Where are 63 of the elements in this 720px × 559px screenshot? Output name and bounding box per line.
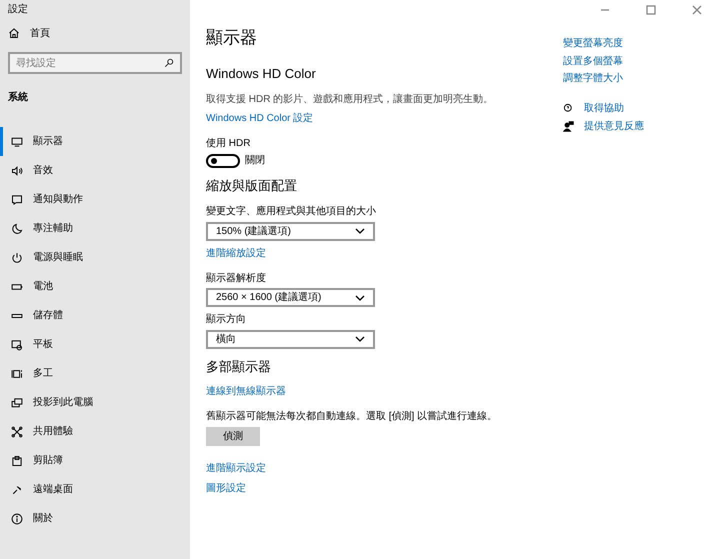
settings-link[interactable]: 圖形設定 [206, 482, 246, 494]
sidebar-item[interactable]: 電源與睡眠 [0, 243, 190, 272]
chevron-down-icon [355, 336, 365, 342]
moon-icon [11, 222, 23, 234]
window-title: 設定 [7, 2, 29, 17]
note-text: 舊顯示器可能無法每次都自動連線。選取 [偵測] 以嘗試進行連線。 [206, 410, 498, 424]
sidebar-item[interactable]: 音效 [0, 156, 190, 185]
clipboard-icon [11, 454, 23, 466]
maximize-icon [646, 5, 656, 15]
help-link[interactable]: 取得協助 [584, 101, 624, 116]
setting-label: 顯示方向 [206, 312, 247, 328]
page-title: 顯示器 [206, 28, 258, 48]
related-link[interactable]: 調整字體大小 [563, 73, 623, 84]
section-heading: 縮放與版面配置 [206, 178, 298, 194]
sidebar-item[interactable]: 顯示器 [0, 127, 190, 156]
wireless-display-link[interactable]: 連線到無線顯示器 [206, 384, 286, 400]
sidebar-item[interactable]: 平板 [0, 330, 190, 359]
cross-arrows-icon [11, 426, 23, 438]
toggle-state-label: 關閉 [245, 154, 265, 168]
home-link[interactable]: 首頁 [0, 20, 190, 46]
multitask-icon [11, 368, 23, 380]
sidebar-item[interactable]: 儲存體 [0, 301, 190, 330]
hd-color-settings-link[interactable]: Windows HD Color 設定 [206, 110, 314, 126]
section-heading: 系統 [7, 90, 29, 105]
sidebar-item[interactable]: 共用體驗 [0, 417, 190, 446]
sidebar-item[interactable]: 多工 [0, 359, 190, 388]
sidebar-item[interactable]: 電池 [0, 272, 190, 301]
search-field[interactable]: 尋找設定 [8, 52, 182, 74]
sidebar-item[interactable]: 投影到此電腦 [0, 388, 190, 417]
toggle-switch[interactable] [206, 154, 240, 168]
sidebar-item[interactable]: 通知與動作 [0, 185, 190, 214]
section-heading: 多部顯示器 [206, 358, 272, 374]
related-link[interactable]: 設置多個螢幕 [563, 56, 623, 66]
sidebar-item[interactable]: 剪貼簿 [0, 446, 190, 475]
message-icon [11, 194, 23, 206]
tablet-icon [11, 338, 23, 350]
close-icon [692, 5, 702, 15]
home-icon [8, 27, 20, 39]
dropdown[interactable]: 橫向 [206, 330, 375, 349]
section-heading: Windows HD Color [206, 66, 317, 82]
search-icon [164, 58, 174, 68]
projector-icon [11, 396, 23, 408]
speaker-icon [11, 164, 23, 176]
chevron-down-icon [355, 228, 365, 234]
chevron-down-icon [355, 294, 365, 301]
sidebar-item[interactable]: 遠端桌面 [0, 475, 190, 504]
power-icon [11, 252, 23, 264]
setting-label: 使用 HDR [206, 136, 252, 151]
description-text: 取得支援 HDR 的影片、遊戲和應用程式，讓畫面更加明亮生動。 [206, 92, 494, 107]
info-icon [11, 512, 23, 524]
detect-button[interactable]: 偵測 [206, 426, 260, 446]
sidebar-item[interactable]: 關於 [0, 504, 190, 533]
settings-link[interactable]: 進階縮放設定 [206, 246, 266, 261]
dropdown[interactable]: 150% (建議選項) [206, 222, 375, 241]
monitor-icon [11, 136, 23, 148]
setting-label: 顯示器解析度 [206, 272, 267, 286]
settings-link[interactable]: 進階顯示設定 [206, 462, 266, 474]
sidebar-item[interactable]: 專注輔助 [0, 214, 190, 243]
dropdown[interactable]: 2560 × 1600 (建議選項) [206, 288, 375, 308]
help-link[interactable]: 提供意見反應 [584, 118, 644, 134]
related-link[interactable]: 變更螢幕亮度 [563, 38, 623, 49]
setting-label: 變更文字、應用程式與其他項目的大小 [206, 204, 377, 220]
person-icon [563, 120, 574, 132]
